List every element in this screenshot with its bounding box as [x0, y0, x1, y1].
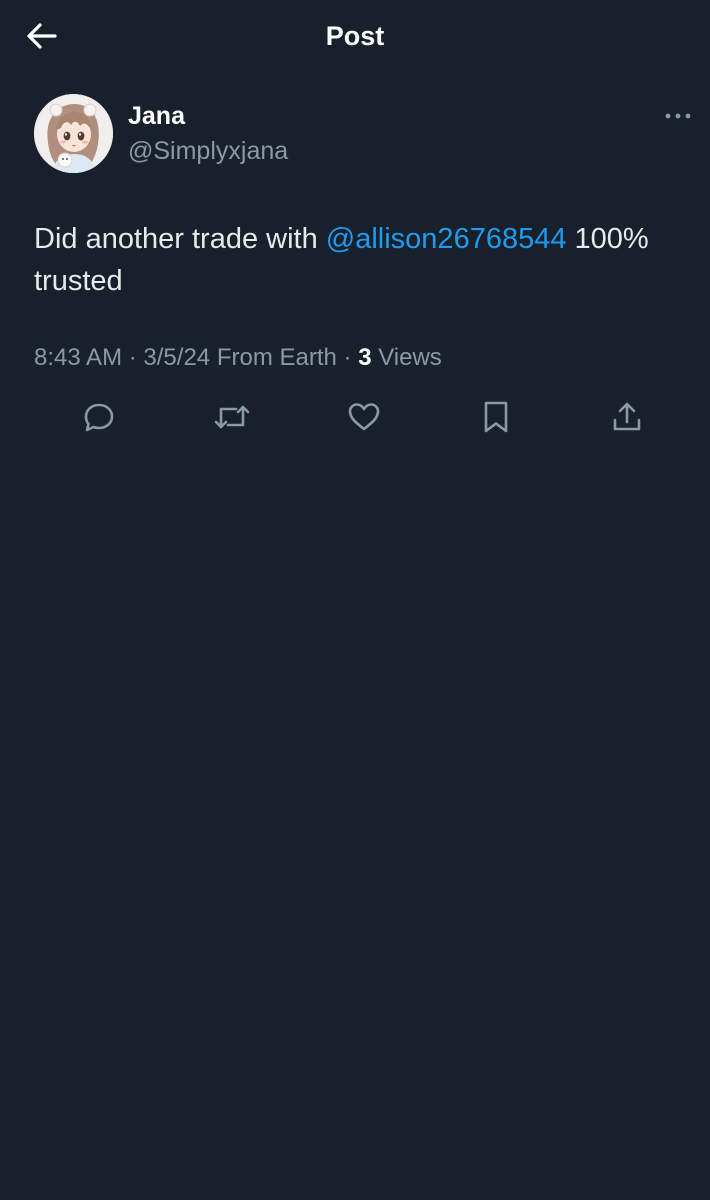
- post-time: 8:43 AM: [34, 344, 123, 371]
- page-title: Post: [325, 21, 385, 51]
- like-button[interactable]: [340, 394, 388, 440]
- reply-button[interactable]: [75, 394, 123, 440]
- bookmark-icon: [484, 401, 508, 433]
- post-text: Did another trade with @allison26768544 …: [34, 218, 694, 302]
- top-bar: Post: [0, 0, 710, 72]
- share-button[interactable]: [603, 394, 651, 440]
- post-metadata: 8:43 AM · 3/5/24 From Earth · 3 Views: [34, 340, 442, 376]
- heart-icon: [348, 403, 380, 431]
- author-display-name[interactable]: Jana: [128, 100, 185, 132]
- share-icon: [613, 402, 641, 431]
- author-handle[interactable]: @Simplyxjana: [128, 135, 288, 167]
- anime-girl-avatar-image: [34, 94, 113, 173]
- post-detail-screen: Post Jana @Simplyxjana Did another trade…: [0, 0, 710, 1200]
- repost-icon: [214, 405, 250, 429]
- post-date: 3/5/24: [143, 344, 211, 371]
- more-options-button[interactable]: [660, 102, 696, 130]
- more-horizontal-icon: [665, 113, 691, 119]
- action-bar: [0, 394, 710, 442]
- post-text-start: Did another trade with: [34, 223, 326, 255]
- mention-link[interactable]: @allison26768544: [326, 223, 567, 255]
- avatar[interactable]: [34, 94, 113, 173]
- views-label[interactable]: Views: [378, 344, 442, 371]
- post-source: From Earth: [216, 344, 337, 371]
- reply-icon: [84, 403, 114, 432]
- views-count[interactable]: 3: [358, 344, 371, 371]
- meta-separator: ·: [128, 344, 137, 371]
- repost-button[interactable]: [208, 394, 256, 440]
- bookmark-button[interactable]: [472, 394, 520, 440]
- meta-separator: ·: [343, 344, 352, 371]
